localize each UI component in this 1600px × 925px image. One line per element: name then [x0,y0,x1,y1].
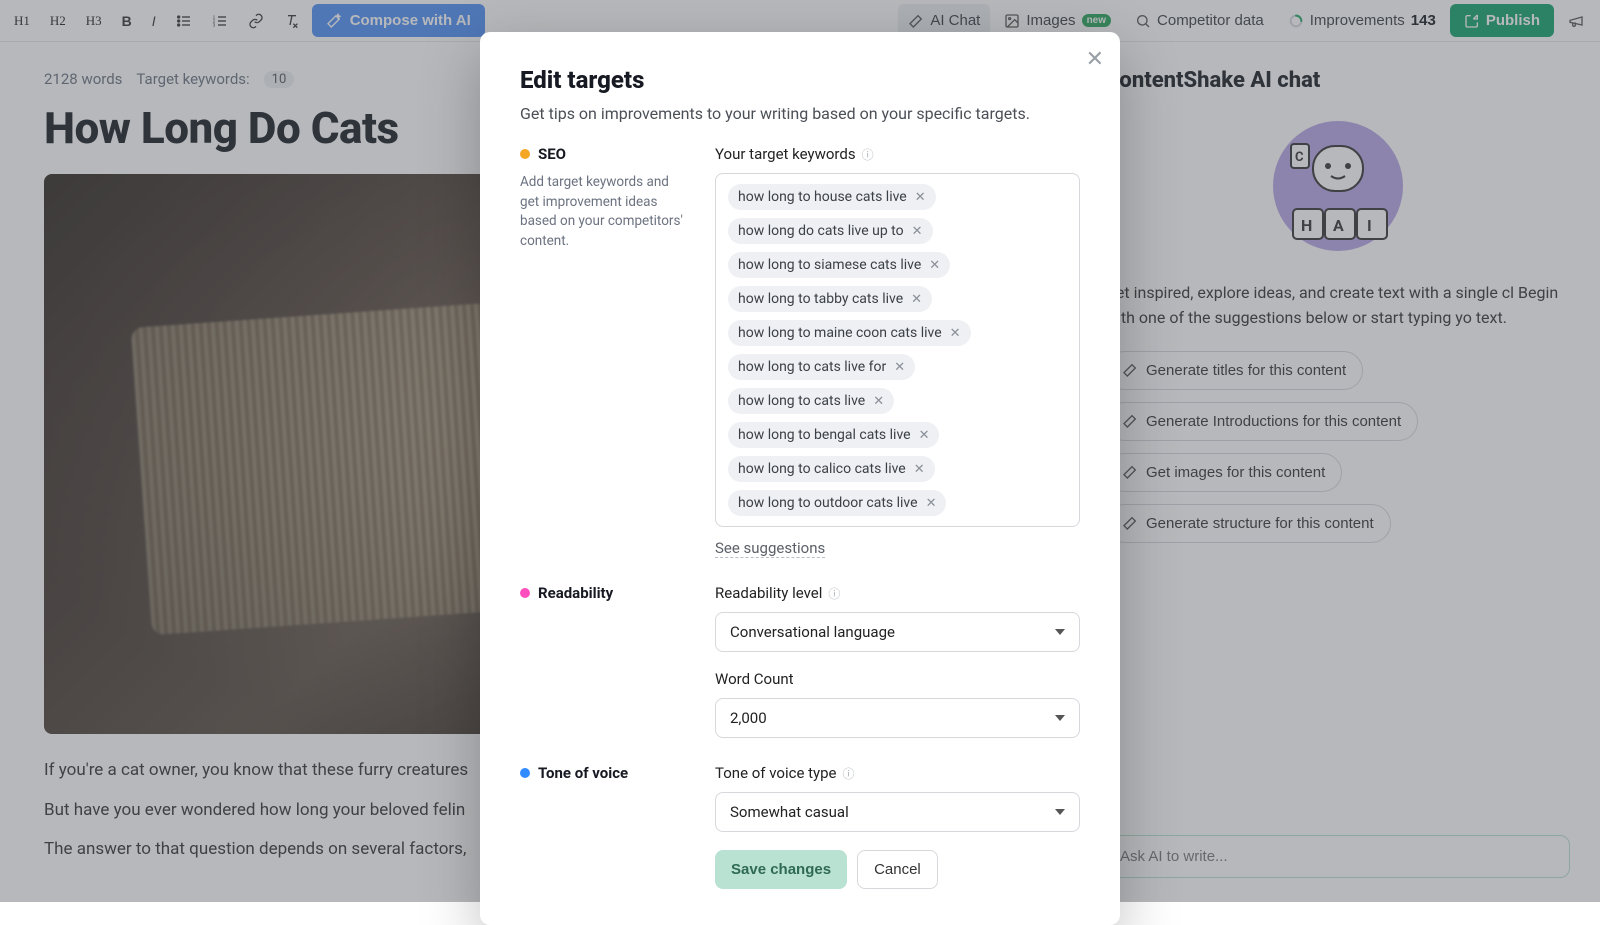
remove-keyword-icon[interactable]: ✕ [912,224,923,239]
tone-type-label: Tone of voice type ⓘ [715,764,1080,782]
tone-type-select[interactable]: Somewhat casual [715,792,1080,832]
tone-section-label: Tone of voice [520,764,685,782]
see-suggestions-link[interactable]: See suggestions [715,539,825,558]
info-icon[interactable]: ⓘ [862,146,874,163]
remove-keyword-icon[interactable]: ✕ [894,360,905,375]
chevron-down-icon [1055,809,1065,815]
keyword-chip-label: how long to house cats live [738,189,907,205]
keyword-chip: how long to outdoor cats live ✕ [728,490,946,516]
keywords-input-box[interactable]: how long to house cats live✕how long do … [715,173,1080,527]
tone-status-dot [520,768,530,778]
keyword-chip-label: how long to maine coon cats live [738,325,942,341]
keyword-chip-label: how long to siamese cats live [738,257,921,273]
keywords-field-label: Your target keywords ⓘ [715,145,1080,163]
modal-subtitle: Get tips on improvements to your writing… [520,104,1080,123]
word-count-label: Word Count [715,670,1080,688]
cancel-button[interactable]: Cancel [857,850,938,889]
keyword-chip-label: how long to bengal cats live [738,427,911,443]
readability-level-label: Readability level ⓘ [715,584,1080,602]
modal-overlay[interactable]: ✕ Edit targets Get tips on improvements … [0,0,1600,902]
remove-keyword-icon[interactable]: ✕ [919,428,930,443]
keyword-chip: how long to siamese cats live ✕ [728,252,950,278]
remove-keyword-icon[interactable]: ✕ [926,496,937,511]
keyword-chip-label: how long to tabby cats live [738,291,903,307]
keyword-chip-label: how long to cats live for [738,359,886,375]
word-count-select[interactable]: 2,000 [715,698,1080,738]
seo-status-dot [520,149,530,159]
keyword-chip-label: how long to calico cats live [738,461,906,477]
keyword-chip: how long to house cats live ✕ [728,184,936,210]
keyword-chip: how long to calico cats live ✕ [728,456,935,482]
close-icon: ✕ [1086,46,1104,71]
readability-level-select[interactable]: Conversational language [715,612,1080,652]
remove-keyword-icon[interactable]: ✕ [911,292,922,307]
seo-section-label: SEO [520,145,685,163]
remove-keyword-icon[interactable]: ✕ [873,394,884,409]
keyword-chip: how long do cats live up to ✕ [728,218,933,244]
save-changes-button[interactable]: Save changes [715,850,847,889]
chevron-down-icon [1055,715,1065,721]
close-modal-button[interactable]: ✕ [1086,46,1104,72]
select-value: 2,000 [730,709,767,727]
select-value: Somewhat casual [730,803,849,821]
readability-status-dot [520,588,530,598]
keyword-chip-label: how long do cats live up to [738,223,904,239]
remove-keyword-icon[interactable]: ✕ [915,190,926,205]
chevron-down-icon [1055,629,1065,635]
keyword-chip: how long to cats live ✕ [728,388,894,414]
keyword-chip-label: how long to outdoor cats live [738,495,918,511]
keyword-chip: how long to maine coon cats live ✕ [728,320,971,346]
info-icon[interactable]: ⓘ [843,765,855,782]
info-icon[interactable]: ⓘ [828,585,840,602]
edit-targets-modal: ✕ Edit targets Get tips on improvements … [480,32,1120,925]
keyword-chip: how long to tabby cats live ✕ [728,286,932,312]
modal-title: Edit targets [520,66,1080,94]
remove-keyword-icon[interactable]: ✕ [950,326,961,341]
keyword-chip: how long to bengal cats live ✕ [728,422,939,448]
select-value: Conversational language [730,623,895,641]
keyword-chip: how long to cats live for ✕ [728,354,915,380]
seo-section-description: Add target keywords and get improvement … [520,173,685,251]
remove-keyword-icon[interactable]: ✕ [914,462,925,477]
readability-section-label: Readability [520,584,685,602]
remove-keyword-icon[interactable]: ✕ [929,258,940,273]
keyword-chip-label: how long to cats live [738,393,865,409]
